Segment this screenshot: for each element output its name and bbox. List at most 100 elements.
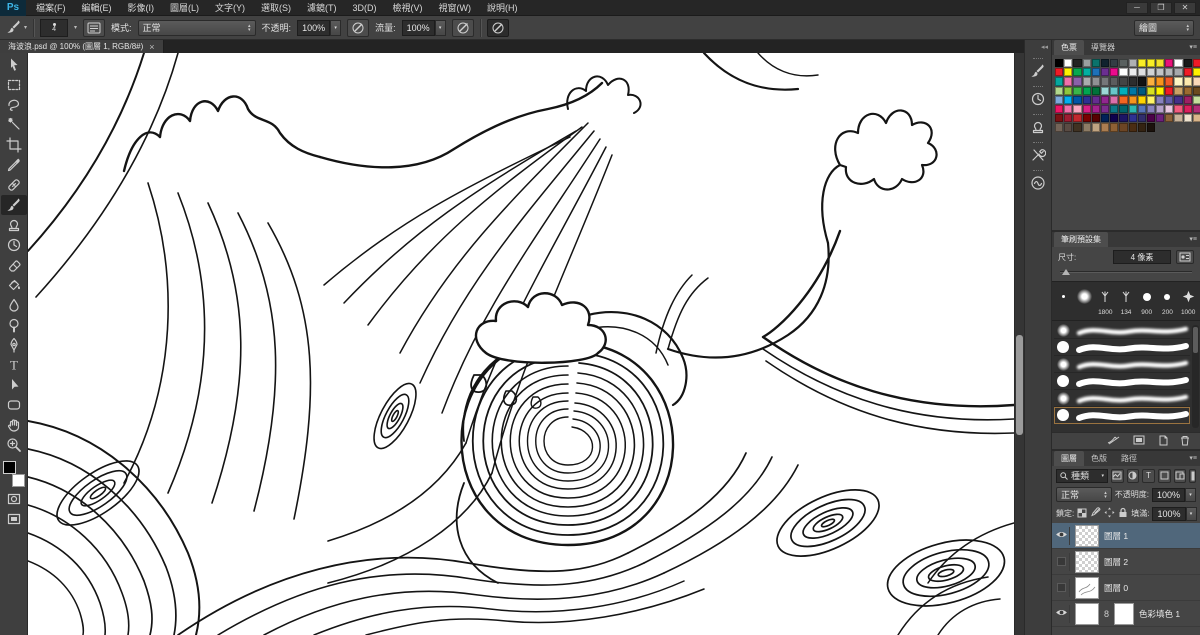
color-swatch[interactable] xyxy=(1129,105,1137,113)
color-swatch[interactable] xyxy=(1147,123,1155,131)
brush-preset-row-2[interactable] xyxy=(1054,356,1190,373)
filter-shape-layers-icon[interactable] xyxy=(1158,469,1171,483)
color-swatch[interactable] xyxy=(1119,59,1127,67)
menu-item-6[interactable]: 濾鏡(T) xyxy=(307,1,337,14)
creative-cloud-icon[interactable] xyxy=(1026,169,1050,191)
layer-row-1[interactable]: 圖層 2 xyxy=(1052,549,1200,575)
tab-swatches-0[interactable]: 色票 xyxy=(1054,40,1084,55)
color-swatch[interactable] xyxy=(1055,105,1063,113)
expand-panels-icon[interactable]: ◂◂ xyxy=(1041,43,1048,51)
preset-picker-icon[interactable] xyxy=(1133,435,1145,447)
layer-thumbnail[interactable] xyxy=(1075,551,1099,573)
color-swatch[interactable] xyxy=(1174,59,1182,67)
fill-layer-thumbnail[interactable] xyxy=(1075,603,1099,625)
color-swatch[interactable] xyxy=(1147,87,1155,95)
blur-tool[interactable] xyxy=(1,295,27,315)
color-swatch[interactable] xyxy=(1055,96,1063,104)
menu-item-3[interactable]: 圖層(L) xyxy=(170,1,199,14)
lasso-tool[interactable] xyxy=(1,95,27,115)
color-swatch[interactable] xyxy=(1110,105,1118,113)
fill-control[interactable]: 100% ▾ xyxy=(1152,507,1196,521)
color-swatch[interactable] xyxy=(1119,77,1127,85)
color-swatch[interactable] xyxy=(1119,123,1127,131)
color-swatch[interactable] xyxy=(1156,59,1164,67)
workspace-dropdown[interactable]: 繪圖▴▾ xyxy=(1134,20,1194,36)
tab-layers-1[interactable]: 色版 xyxy=(1084,451,1114,466)
tool-preset-picker[interactable]: ▾ xyxy=(6,19,27,37)
color-swatch[interactable] xyxy=(1064,105,1072,113)
lock-position-icon[interactable] xyxy=(1104,507,1115,520)
color-swatch[interactable] xyxy=(1138,96,1146,104)
color-swatch[interactable] xyxy=(1138,59,1146,67)
color-swatch[interactable] xyxy=(1064,77,1072,85)
menu-item-5[interactable]: 選取(S) xyxy=(261,1,291,14)
brush-tip-preset-3[interactable]: 134 xyxy=(1116,284,1136,318)
color-swatch[interactable] xyxy=(1184,96,1192,104)
color-swatch[interactable] xyxy=(1055,87,1063,95)
visibility-toggle[interactable] xyxy=(1054,553,1070,571)
color-swatch[interactable] xyxy=(1092,77,1100,85)
chevron-down-icon[interactable]: ▾ xyxy=(435,20,446,36)
color-swatch[interactable] xyxy=(1110,68,1118,76)
scrollbar-thumb[interactable] xyxy=(1016,335,1023,435)
opacity-control[interactable]: 100% ▾ xyxy=(297,20,341,36)
color-swatch[interactable] xyxy=(1156,96,1164,104)
menu-item-4[interactable]: 文字(Y) xyxy=(215,1,245,14)
chevron-down-icon[interactable]: ▾ xyxy=(330,20,341,36)
color-swatch[interactable] xyxy=(1073,87,1081,95)
filter-pixel-layers-icon[interactable] xyxy=(1111,469,1124,483)
lock-all-icon[interactable] xyxy=(1118,507,1128,520)
color-swatch[interactable] xyxy=(1184,59,1192,67)
color-swatch[interactable] xyxy=(1110,77,1118,85)
panel-menu-icon[interactable]: ▾≡ xyxy=(1189,43,1197,51)
layer-thumbnail[interactable] xyxy=(1075,525,1099,547)
paint-bucket-tool[interactable] xyxy=(1,275,27,295)
brush-preset-row-4[interactable] xyxy=(1054,390,1190,407)
color-swatch[interactable] xyxy=(1092,68,1100,76)
color-swatch[interactable] xyxy=(1083,123,1091,131)
color-swatch[interactable] xyxy=(1147,68,1155,76)
clone-stamp-tool[interactable] xyxy=(1,215,27,235)
layer-thumbnail[interactable] xyxy=(1075,577,1099,599)
pen-tool[interactable] xyxy=(1,335,27,355)
close-tab-icon[interactable]: × xyxy=(149,42,154,52)
color-swatch[interactable] xyxy=(1055,77,1063,85)
color-swatch[interactable] xyxy=(1055,123,1063,131)
color-swatch[interactable] xyxy=(1110,96,1118,104)
color-swatch[interactable] xyxy=(1092,59,1100,67)
menu-item-2[interactable]: 影像(I) xyxy=(128,1,155,14)
screen-mode-button[interactable] xyxy=(4,511,24,527)
chevron-down-icon[interactable]: ▾ xyxy=(1186,507,1197,521)
color-swatch[interactable] xyxy=(1138,105,1146,113)
color-swatch[interactable] xyxy=(1073,77,1081,85)
color-swatch[interactable] xyxy=(1101,68,1109,76)
type-tool[interactable]: T xyxy=(1,355,27,375)
color-swatch[interactable] xyxy=(1073,114,1081,122)
color-swatch[interactable] xyxy=(1064,68,1072,76)
brush-tip-preset-1[interactable] xyxy=(1075,284,1095,318)
color-swatch[interactable] xyxy=(1138,123,1146,131)
menu-item-8[interactable]: 檢視(V) xyxy=(393,1,423,14)
color-swatch[interactable] xyxy=(1147,59,1155,67)
pressure-size-icon[interactable] xyxy=(487,19,509,37)
color-swatch[interactable] xyxy=(1193,105,1200,113)
color-swatch[interactable] xyxy=(1138,114,1146,122)
dodge-tool[interactable] xyxy=(1,315,27,335)
color-swatch[interactable] xyxy=(1092,105,1100,113)
color-swatch[interactable] xyxy=(1064,96,1072,104)
color-swatch[interactable] xyxy=(1092,87,1100,95)
color-swatch[interactable] xyxy=(1129,68,1137,76)
layer-blend-mode-dropdown[interactable]: 正常▴▾ xyxy=(1056,487,1112,502)
layer-row-3[interactable]: 8色彩填色 1 xyxy=(1052,601,1200,627)
color-swatch[interactable] xyxy=(1101,105,1109,113)
filter-adjustment-layers-icon[interactable] xyxy=(1127,469,1140,483)
color-swatch[interactable] xyxy=(1110,59,1118,67)
color-swatch[interactable] xyxy=(1193,87,1200,95)
color-swatch[interactable] xyxy=(1083,68,1091,76)
tab-swatches-1[interactable]: 導覽器 xyxy=(1084,40,1122,55)
color-swatch[interactable] xyxy=(1083,77,1091,85)
color-swatch[interactable] xyxy=(1193,59,1200,67)
brush-tip-preset-0[interactable] xyxy=(1054,284,1074,318)
color-swatch[interactable] xyxy=(1147,96,1155,104)
menu-item-7[interactable]: 3D(D) xyxy=(353,3,377,13)
